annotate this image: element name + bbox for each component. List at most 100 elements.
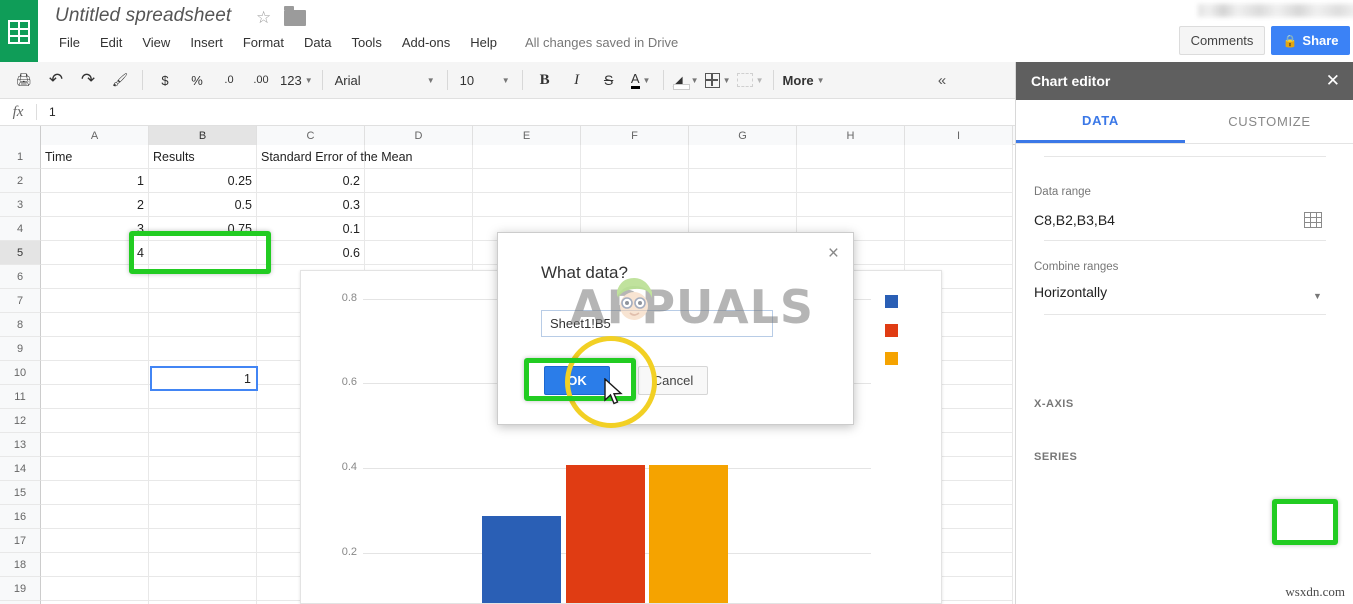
column-header-d[interactable]: D bbox=[365, 126, 473, 145]
cell-d4[interactable] bbox=[365, 217, 473, 241]
cell-b12[interactable] bbox=[149, 409, 257, 433]
chevron-down-icon[interactable]: ▼ bbox=[1313, 291, 1322, 301]
cell-b2[interactable]: 0.25 bbox=[149, 169, 257, 193]
more-button[interactable]: More ▼ bbox=[783, 67, 825, 93]
decrease-decimal-button[interactable]: .0 bbox=[216, 67, 242, 93]
font-size-select[interactable]: 10 ▼ bbox=[454, 67, 516, 93]
cell-d3[interactable] bbox=[365, 193, 473, 217]
cell-i1[interactable] bbox=[905, 145, 1013, 169]
star-icon[interactable]: ☆ bbox=[256, 8, 271, 28]
menu-format[interactable]: Format bbox=[233, 33, 294, 52]
cell-i5[interactable] bbox=[905, 241, 1013, 265]
cell-b15[interactable] bbox=[149, 481, 257, 505]
font-family-select[interactable]: Arial ▼ bbox=[329, 67, 441, 93]
row-header-11[interactable]: 11 bbox=[0, 385, 41, 409]
tab-customize[interactable]: CUSTOMIZE bbox=[1185, 100, 1353, 143]
cell-c2[interactable]: 0.2 bbox=[257, 169, 365, 193]
cell-h3[interactable] bbox=[797, 193, 905, 217]
increase-decimal-button[interactable]: .00 bbox=[248, 67, 274, 93]
cell-a2[interactable]: 1 bbox=[41, 169, 149, 193]
cell-b7[interactable] bbox=[149, 289, 257, 313]
column-header-c[interactable]: C bbox=[257, 126, 365, 145]
number-format-button[interactable]: 123 ▼ bbox=[280, 67, 313, 93]
cell-c3[interactable]: 0.3 bbox=[257, 193, 365, 217]
cell-b9[interactable] bbox=[149, 337, 257, 361]
cell-f1[interactable] bbox=[581, 145, 689, 169]
row-header-1[interactable]: 1 bbox=[0, 145, 41, 169]
strikethrough-button[interactable]: S bbox=[596, 67, 622, 93]
cell-c5[interactable]: 0.6 bbox=[257, 241, 365, 265]
formula-bar-input[interactable]: 1 bbox=[49, 105, 56, 119]
collapse-toolbar-icon[interactable]: « bbox=[929, 67, 955, 93]
cell-c4[interactable]: 0.1 bbox=[257, 217, 365, 241]
document-title[interactable]: Untitled spreadsheet bbox=[55, 5, 231, 27]
cell-f3[interactable] bbox=[581, 193, 689, 217]
cell-h2[interactable] bbox=[797, 169, 905, 193]
column-header-h[interactable]: H bbox=[797, 126, 905, 145]
bold-button[interactable]: B bbox=[532, 67, 558, 93]
redo-icon[interactable]: ↷ bbox=[75, 67, 101, 93]
menu-data[interactable]: Data bbox=[294, 33, 341, 52]
italic-button[interactable]: I bbox=[564, 67, 590, 93]
column-header-a[interactable]: A bbox=[41, 126, 149, 145]
row-header-6[interactable]: 6 bbox=[0, 265, 41, 289]
row-header-16[interactable]: 16 bbox=[0, 505, 41, 529]
cell-e1[interactable] bbox=[473, 145, 581, 169]
cell-a16[interactable] bbox=[41, 505, 149, 529]
cell-d2[interactable] bbox=[365, 169, 473, 193]
cell-b1[interactable]: Results bbox=[149, 145, 257, 169]
cell-a9[interactable] bbox=[41, 337, 149, 361]
row-header-4[interactable]: 4 bbox=[0, 217, 41, 241]
column-header-f[interactable]: F bbox=[581, 126, 689, 145]
cell-a14[interactable] bbox=[41, 457, 149, 481]
data-range-input[interactable]: Sheet1!B5 bbox=[541, 310, 773, 337]
cell-a15[interactable] bbox=[41, 481, 149, 505]
cell-b19[interactable] bbox=[149, 577, 257, 601]
cell-a19[interactable] bbox=[41, 577, 149, 601]
cell-g2[interactable] bbox=[689, 169, 797, 193]
cell-b13[interactable] bbox=[149, 433, 257, 457]
cell-b14[interactable] bbox=[149, 457, 257, 481]
row-header-13[interactable]: 13 bbox=[0, 433, 41, 457]
row-header-12[interactable]: 12 bbox=[0, 409, 41, 433]
menu-insert[interactable]: Insert bbox=[180, 33, 233, 52]
row-header-10[interactable]: 10 bbox=[0, 361, 41, 385]
cell-g3[interactable] bbox=[689, 193, 797, 217]
cell-e2[interactable] bbox=[473, 169, 581, 193]
menu-help[interactable]: Help bbox=[460, 33, 507, 52]
percent-format-button[interactable]: % bbox=[184, 67, 210, 93]
row-header-9[interactable]: 9 bbox=[0, 337, 41, 361]
cell-a17[interactable] bbox=[41, 529, 149, 553]
sheets-logo[interactable] bbox=[0, 0, 38, 62]
row-header-3[interactable]: 3 bbox=[0, 193, 41, 217]
cell-b18[interactable] bbox=[149, 553, 257, 577]
cell-a11[interactable] bbox=[41, 385, 149, 409]
tab-data[interactable]: DATA bbox=[1016, 100, 1185, 143]
text-color-button[interactable]: A ▼ bbox=[628, 67, 654, 93]
data-range-value[interactable]: C8,B2,B3,B4 bbox=[1034, 212, 1115, 228]
currency-format-button[interactable]: $ bbox=[152, 67, 178, 93]
menu-file[interactable]: File bbox=[55, 33, 90, 52]
menu-addons[interactable]: Add-ons bbox=[392, 33, 460, 52]
column-header-b[interactable]: B bbox=[149, 126, 257, 145]
selected-cell-b5[interactable]: 1 bbox=[150, 366, 258, 391]
paint-format-icon[interactable]: 🖌 bbox=[107, 67, 133, 93]
comments-button[interactable]: Comments bbox=[1179, 26, 1265, 55]
row-header-2[interactable]: 2 bbox=[0, 169, 41, 193]
cell-d1[interactable] bbox=[365, 145, 473, 169]
folder-icon[interactable] bbox=[284, 10, 306, 26]
column-header-g[interactable]: G bbox=[689, 126, 797, 145]
fill-color-button[interactable]: ◢ ▼ bbox=[673, 67, 699, 93]
cell-b8[interactable] bbox=[149, 313, 257, 337]
row-header-7[interactable]: 7 bbox=[0, 289, 41, 313]
row-header-15[interactable]: 15 bbox=[0, 481, 41, 505]
close-icon[interactable]: ✕ bbox=[1326, 71, 1340, 91]
cell-f2[interactable] bbox=[581, 169, 689, 193]
share-button[interactable]: 🔒 Share bbox=[1271, 26, 1350, 55]
print-icon[interactable]: 🖨 bbox=[11, 67, 37, 93]
cell-a18[interactable] bbox=[41, 553, 149, 577]
select-all-corner[interactable] bbox=[0, 126, 41, 145]
cell-b16[interactable] bbox=[149, 505, 257, 529]
column-header-i[interactable]: I bbox=[905, 126, 1013, 145]
cell-a7[interactable] bbox=[41, 289, 149, 313]
